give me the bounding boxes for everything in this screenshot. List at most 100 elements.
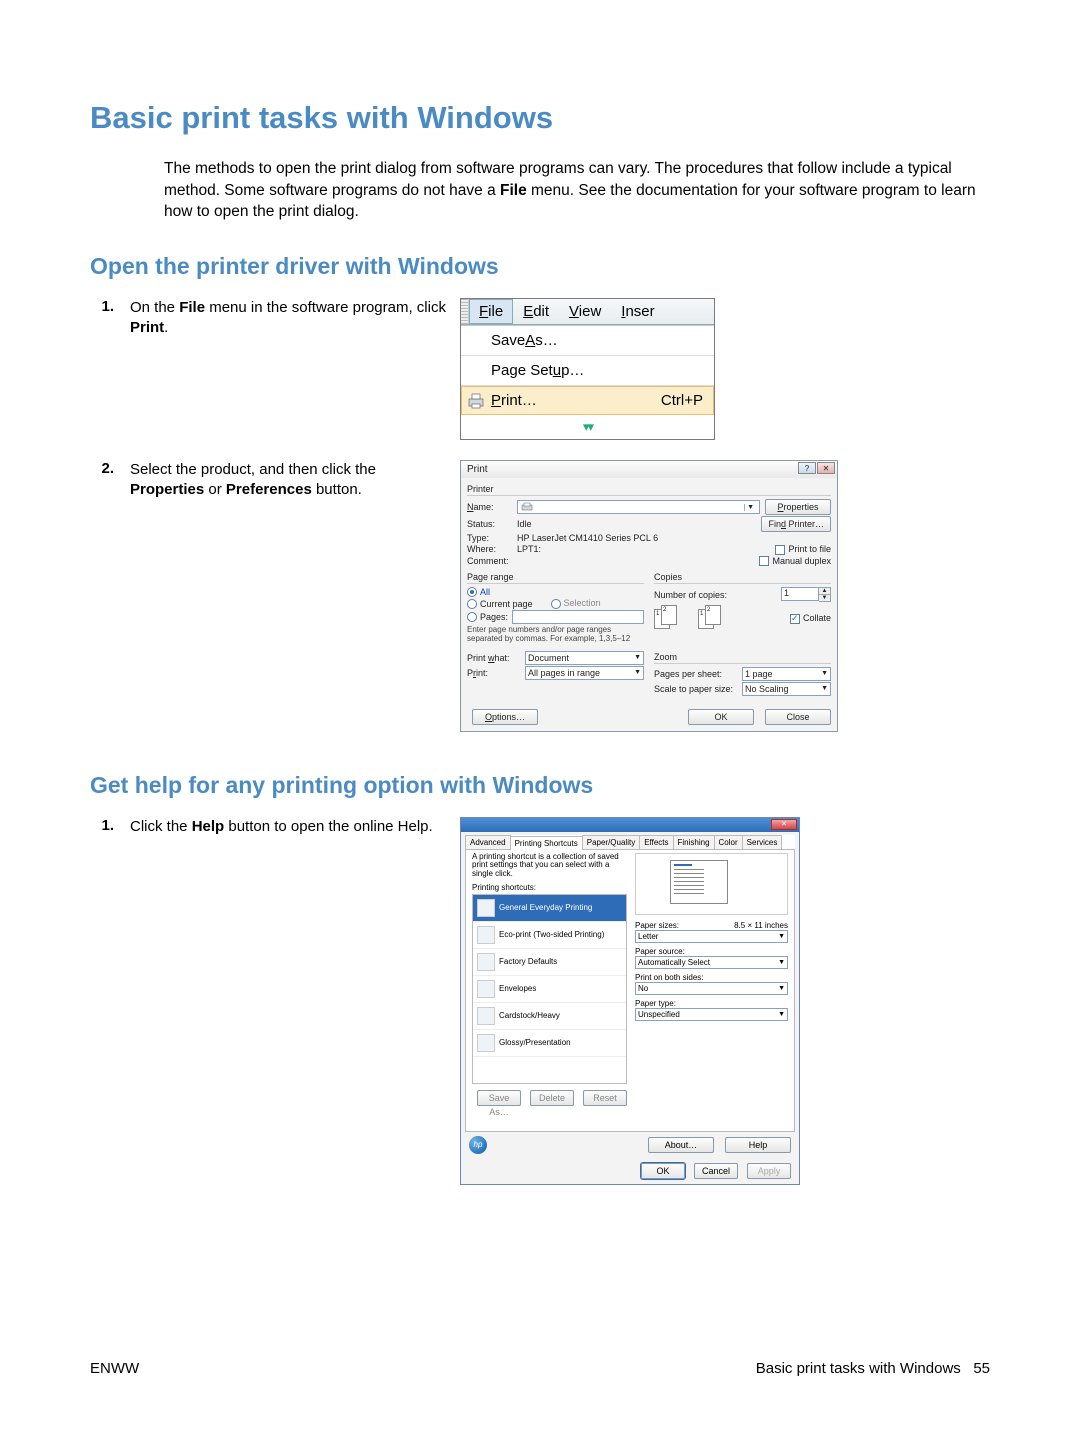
menu-item-print: Print… Ctrl+P (461, 386, 714, 415)
shortcut-saveas-button: Save As… (477, 1090, 521, 1106)
menu-edit: Edit (513, 299, 559, 324)
dropdown-arrow-icon: ▼ (634, 669, 641, 676)
spin-down-icon: ▼ (819, 595, 830, 601)
section2-heading: Get help for any printing option with Wi… (90, 772, 990, 799)
tabs-row: AdvancedPrinting ShortcutsPaper/QualityE… (465, 835, 795, 850)
shortcut-item: Envelopes (473, 976, 626, 1003)
about-button: About… (648, 1137, 714, 1153)
pagerange-hint: Enter page numbers and/or page ranges se… (467, 626, 644, 644)
copies-group-label: Copies (654, 572, 831, 582)
shortcut-item: General Everyday Printing (473, 895, 626, 922)
papersource-select: Automatically Select▼ (635, 956, 788, 969)
radio-pages (467, 612, 477, 622)
shortcut-label: Glossy/Presentation (499, 1038, 571, 1047)
zoom-group-label: Zoom (654, 652, 831, 662)
shortcuts-label: Printing shortcuts: (472, 883, 627, 892)
comment-label: Comment: (467, 556, 517, 566)
step1-num: 1. (90, 298, 130, 315)
dropdown-arrow-icon: ▼ (778, 933, 785, 940)
intro-b1: File (500, 182, 527, 199)
file-menu-screenshot: File Edit View Inser Save As… Page Setup… (460, 298, 715, 440)
printrange-select: All pages in range▼ (525, 666, 644, 680)
expand-chevrons-icon: ▾▾ (461, 415, 714, 439)
type-label: Type: (467, 533, 517, 543)
find-printer-button: Find Printer… (761, 516, 831, 532)
tab-services: Services (742, 835, 783, 849)
shortcut-label: Envelopes (499, 984, 536, 993)
s2-step1-text: Click the Help button to open the online… (130, 817, 460, 837)
papertype-select: Unspecified▼ (635, 1008, 788, 1021)
where-value: LPT1: (517, 544, 541, 554)
step1-text: On the File menu in the software program… (130, 298, 460, 339)
shortcut-icon (477, 1034, 495, 1052)
dropdown-arrow-icon: ▼ (821, 670, 828, 677)
copies-spinner: 1▲▼ (781, 587, 831, 602)
radio-selection (551, 599, 561, 609)
collate-checkbox (790, 614, 800, 624)
pages-input (512, 610, 644, 624)
manual-duplex-checkbox (759, 556, 769, 566)
footer-right: Basic print tasks with Windows 55 (756, 1360, 990, 1377)
menu-view: View (559, 299, 611, 324)
shortcut-item: Eco-print (Two-sided Printing) (473, 922, 626, 949)
shortcut-item: Factory Defaults (473, 949, 626, 976)
close-icon: ✕ (817, 462, 835, 474)
shortcut-icon (477, 1007, 495, 1025)
shortcut-label: Cardstock/Heavy (499, 1011, 560, 1020)
dropdown-arrow-icon: ▼ (744, 504, 756, 511)
printer-group-label: Printer (467, 484, 831, 494)
help-icon: ? (798, 462, 816, 474)
properties-dialog-screenshot: ✕ AdvancedPrinting ShortcutsPaper/Qualit… (460, 817, 800, 1185)
hp-logo-icon: hp (469, 1136, 487, 1154)
shortcut-desc: A printing shortcut is a collection of s… (472, 853, 627, 879)
status-label: Status: (467, 519, 517, 529)
printboth-select: No▼ (635, 982, 788, 995)
shortcut-item: Cardstock/Heavy (473, 1003, 626, 1030)
menu-item-saveas: Save As… (461, 326, 714, 356)
shortcut-label: Eco-print (Two-sided Printing) (499, 930, 604, 939)
where-label: Where: (467, 544, 517, 554)
close-icon: ✕ (771, 819, 797, 830)
shortcut-list: General Everyday Printing Eco-print (Two-… (472, 894, 627, 1084)
shortcut-icon (477, 899, 495, 917)
section1-heading: Open the printer driver with Windows (90, 253, 990, 280)
tab-printing-shortcuts: Printing Shortcuts (510, 836, 583, 850)
radio-current (467, 599, 477, 609)
props-ok-button: OK (641, 1163, 685, 1179)
printer-icon (466, 392, 486, 410)
page-preview-icon (635, 853, 788, 915)
collate-preview-icon: 12 (698, 605, 738, 631)
properties-button: Properties (765, 499, 831, 515)
intro-paragraph: The methods to open the print dialog fro… (164, 158, 990, 223)
dropdown-arrow-icon: ▼ (778, 959, 785, 966)
page-title: Basic print tasks with Windows (90, 100, 990, 136)
print-to-file-checkbox (775, 545, 785, 555)
shortcut-reset-button: Reset (583, 1090, 627, 1106)
status-value: Idle (517, 519, 532, 529)
menu-insert: Inser (611, 299, 664, 324)
printer-small-icon (521, 502, 533, 512)
shortcut-icon (477, 926, 495, 944)
tab-advanced: Advanced (465, 835, 511, 849)
spin-up-icon: ▲ (819, 588, 830, 595)
papersize-select: Letter▼ (635, 930, 788, 943)
tab-color: Color (714, 835, 743, 849)
dropdown-arrow-icon: ▼ (778, 1011, 785, 1018)
shortcut-label: General Everyday Printing (499, 903, 592, 912)
menu-file: File (469, 299, 513, 324)
toolbar-grip-icon (461, 299, 469, 324)
step2-num: 2. (90, 460, 130, 477)
sps-select: No Scaling▼ (742, 682, 831, 696)
print-dialog-screenshot: Print ? ✕ Printer Name: ▼ (460, 460, 838, 731)
shortcut-icon (477, 953, 495, 971)
dropdown-arrow-icon: ▼ (778, 985, 785, 992)
pagerange-group-label: Page range (467, 572, 644, 582)
shortcut-label: Factory Defaults (499, 957, 557, 966)
radio-all (467, 587, 477, 597)
s2-step1-num: 1. (90, 817, 130, 834)
print-accelerator: Ctrl+P (661, 392, 703, 409)
dropdown-arrow-icon: ▼ (821, 685, 828, 692)
printwhat-select: Document▼ (525, 651, 644, 665)
name-label: Name: (467, 502, 517, 512)
tab-paper-quality: Paper/Quality (582, 835, 640, 849)
